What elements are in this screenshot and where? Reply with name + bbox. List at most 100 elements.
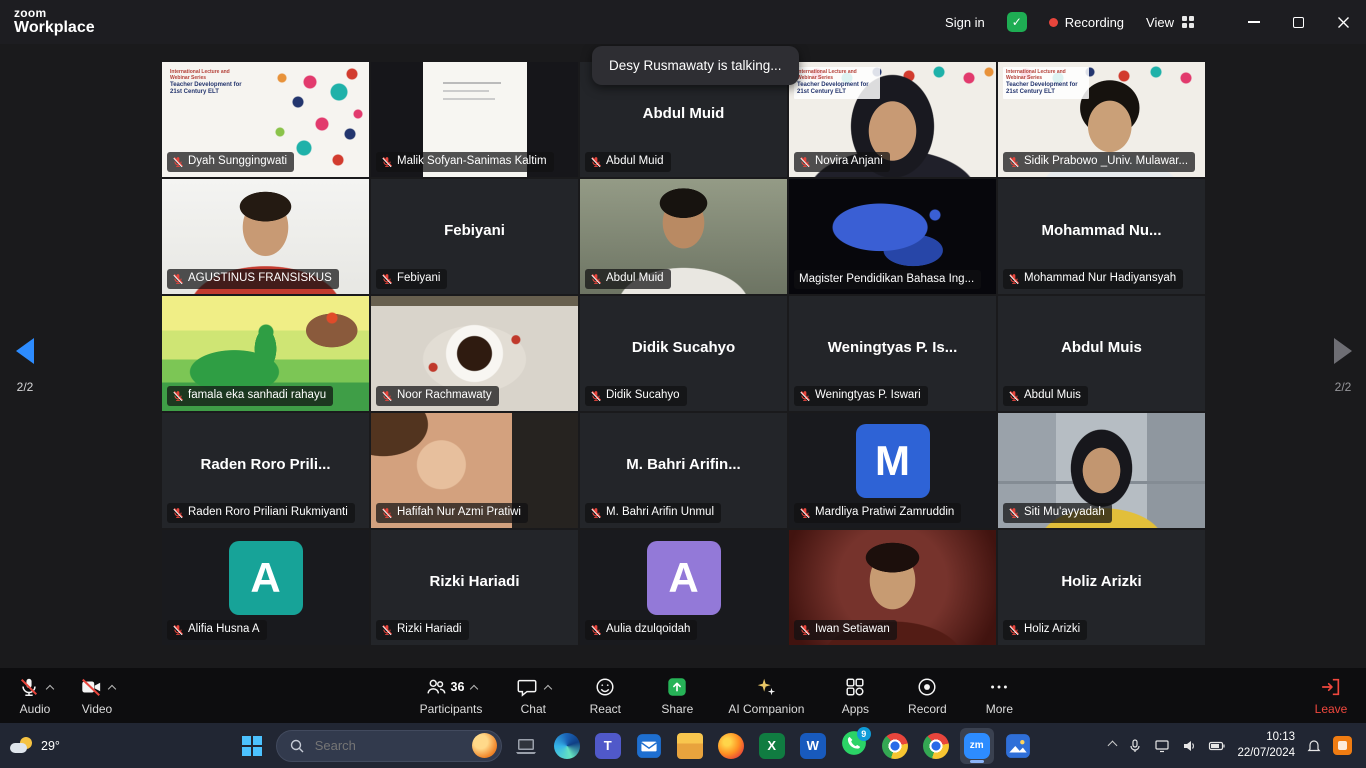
minimize-button[interactable] — [1231, 0, 1276, 44]
tray-display-icon[interactable] — [1154, 738, 1170, 754]
participant-tile[interactable]: Iwan Setiawan — [789, 530, 996, 645]
word-icon[interactable]: W — [796, 728, 830, 764]
name-pill: Novira Anjani — [794, 152, 890, 172]
maximize-button[interactable] — [1276, 0, 1321, 44]
zoom-title-bar: zoom Workplace Sign in Recording View — [0, 0, 1366, 44]
recording-indicator[interactable]: Recording — [1049, 15, 1124, 30]
react-button[interactable]: React — [574, 668, 636, 723]
participant-tile[interactable]: International Lecture and Webinar Series… — [162, 62, 369, 177]
participant-name: Magister Pendidikan Bahasa Ing... — [799, 274, 974, 286]
muted-mic-icon — [799, 624, 811, 636]
participant-tile[interactable]: Abdul MuisAbdul Muis — [998, 296, 1205, 411]
search-input[interactable] — [313, 737, 453, 754]
taskbar-search[interactable] — [276, 730, 502, 762]
participant-name: Rizki Hariadi — [397, 624, 462, 636]
logo-workplace-text: Workplace — [14, 20, 95, 37]
participant-name: Mohammad Nur Hadiyansyah — [1024, 273, 1176, 285]
more-dots-icon — [988, 676, 1010, 698]
excel-icon[interactable]: X — [755, 728, 789, 764]
participant-tile[interactable]: Raden Roro Prili...Raden Roro Priliani R… — [162, 413, 369, 528]
gallery-next-page[interactable]: 2/2 — [1334, 338, 1352, 394]
participant-tile[interactable]: Malik Sofyan-Sanimas Kaltim — [371, 62, 578, 177]
muted-mic-icon — [381, 507, 393, 519]
tray-chevron-up-icon[interactable] — [1108, 741, 1118, 751]
participant-tile[interactable]: AAlifia Husna A — [162, 530, 369, 645]
participant-tile[interactable]: Abdul Muid — [580, 179, 787, 294]
view-button[interactable]: View — [1146, 15, 1195, 30]
name-pill: Sidik Prabowo _Univ. Mulawar... — [1003, 152, 1195, 172]
file-explorer-icon[interactable] — [673, 728, 707, 764]
participants-button[interactable]: 36 Participants — [410, 668, 493, 723]
audio-options-caret[interactable] — [45, 685, 53, 693]
audio-button[interactable]: Audio — [4, 668, 66, 723]
tray-battery-icon[interactable] — [1208, 738, 1226, 754]
muted-mic-icon — [1008, 390, 1020, 402]
participant-tile[interactable]: AAulia dzulqoidah — [580, 530, 787, 645]
name-pill: Magister Pendidikan Bahasa Ing... — [794, 270, 981, 290]
whatsapp-icon[interactable]: 9 — [837, 728, 871, 764]
video-button[interactable]: Video — [66, 668, 128, 723]
leave-button[interactable]: Leave — [1300, 668, 1362, 723]
participant-tile[interactable]: famala eka sanhadi rahayu — [162, 296, 369, 411]
participant-tile[interactable]: Weningtyas P. Is...Weningtyas P. Iswari — [789, 296, 996, 411]
chrome-icon-1[interactable] — [878, 728, 912, 764]
weather-temp: 29° — [41, 739, 60, 753]
participant-tile[interactable]: M. Bahri Arifin...M. Bahri Arifin Unmul — [580, 413, 787, 528]
participant-name: Aulia dzulqoidah — [606, 624, 690, 636]
firefox-icon[interactable] — [714, 728, 748, 764]
sign-in-button[interactable]: Sign in — [945, 15, 985, 30]
search-highlight-image[interactable] — [472, 733, 497, 758]
mail-icon[interactable] — [632, 728, 666, 764]
camera-muted-icon — [80, 676, 102, 698]
participant-tile[interactable]: Hafifah Nur Azmi Pratiwi — [371, 413, 578, 528]
ai-companion-label: AI Companion — [728, 702, 804, 716]
recording-dot-icon — [1049, 18, 1058, 27]
chat-options-caret[interactable] — [544, 685, 552, 693]
teams-icon[interactable]: T — [591, 728, 625, 764]
participant-tile[interactable]: Rizki HariadiRizki Hariadi — [371, 530, 578, 645]
tray-notification-bell-icon[interactable] — [1306, 738, 1322, 754]
participant-tile[interactable]: Siti Mu'ayyadah — [998, 413, 1205, 528]
participant-tile[interactable]: Didik SucahyoDidik Sucahyo — [580, 296, 787, 411]
photos-icon[interactable] — [1001, 728, 1035, 764]
chrome-icon-2[interactable] — [919, 728, 953, 764]
tray-mic-icon[interactable] — [1127, 738, 1143, 754]
start-button[interactable] — [235, 728, 269, 764]
ai-companion-button[interactable]: AI Companion — [718, 668, 814, 723]
muted-mic-icon — [381, 273, 393, 285]
zoom-app-icon[interactable]: zm — [960, 728, 994, 764]
participant-tile[interactable]: Magister Pendidikan Bahasa Ing... — [789, 179, 996, 294]
participants-options-caret[interactable] — [470, 685, 478, 693]
participant-name: Febiyani — [397, 273, 440, 285]
muted-mic-icon — [1008, 507, 1020, 519]
name-pill: Weningtyas P. Iswari — [794, 386, 928, 406]
apps-button[interactable]: Apps — [824, 668, 886, 723]
participant-tile[interactable]: International Lecture and Webinar Series… — [789, 62, 996, 177]
security-shield-icon[interactable] — [1007, 12, 1027, 32]
laptop-icon — [514, 734, 538, 758]
participant-tile[interactable]: AGUSTINUS FRANSISKUS — [162, 179, 369, 294]
close-button[interactable] — [1321, 0, 1366, 44]
edge-icon[interactable] — [550, 728, 584, 764]
video-options-caret[interactable] — [107, 685, 115, 693]
share-button[interactable]: Share — [646, 668, 708, 723]
participant-tile[interactable]: MMardliya Pratiwi Zamruddin — [789, 413, 996, 528]
more-button[interactable]: More — [968, 668, 1030, 723]
participant-tile[interactable]: Noor Rachmawaty — [371, 296, 578, 411]
teams-tile-icon: T — [595, 733, 621, 759]
chat-button[interactable]: Chat — [502, 668, 564, 723]
participant-tile[interactable]: Holiz ArizkiHoliz Arizki — [998, 530, 1205, 645]
participant-tile[interactable]: Mohammad Nu...Mohammad Nur Hadiyansyah — [998, 179, 1205, 294]
participant-tile[interactable]: FebiyaniFebiyani — [371, 179, 578, 294]
tray-volume-icon[interactable] — [1181, 738, 1197, 754]
muted-mic-icon — [1008, 156, 1020, 168]
participant-tile[interactable]: International Lecture and Webinar Series… — [998, 62, 1205, 177]
name-pill: Abdul Muis — [1003, 386, 1088, 406]
excel-tile-icon: X — [759, 733, 785, 759]
gallery-prev-page[interactable]: 2/2 — [16, 338, 34, 394]
weather-widget[interactable]: 29° — [10, 736, 160, 756]
record-button[interactable]: Record — [896, 668, 958, 723]
tray-orange-app-icon[interactable] — [1333, 736, 1352, 755]
taskbar-clock[interactable]: 10:13 22/07/2024 — [1237, 730, 1295, 761]
desktop-app-icon[interactable] — [509, 728, 543, 764]
